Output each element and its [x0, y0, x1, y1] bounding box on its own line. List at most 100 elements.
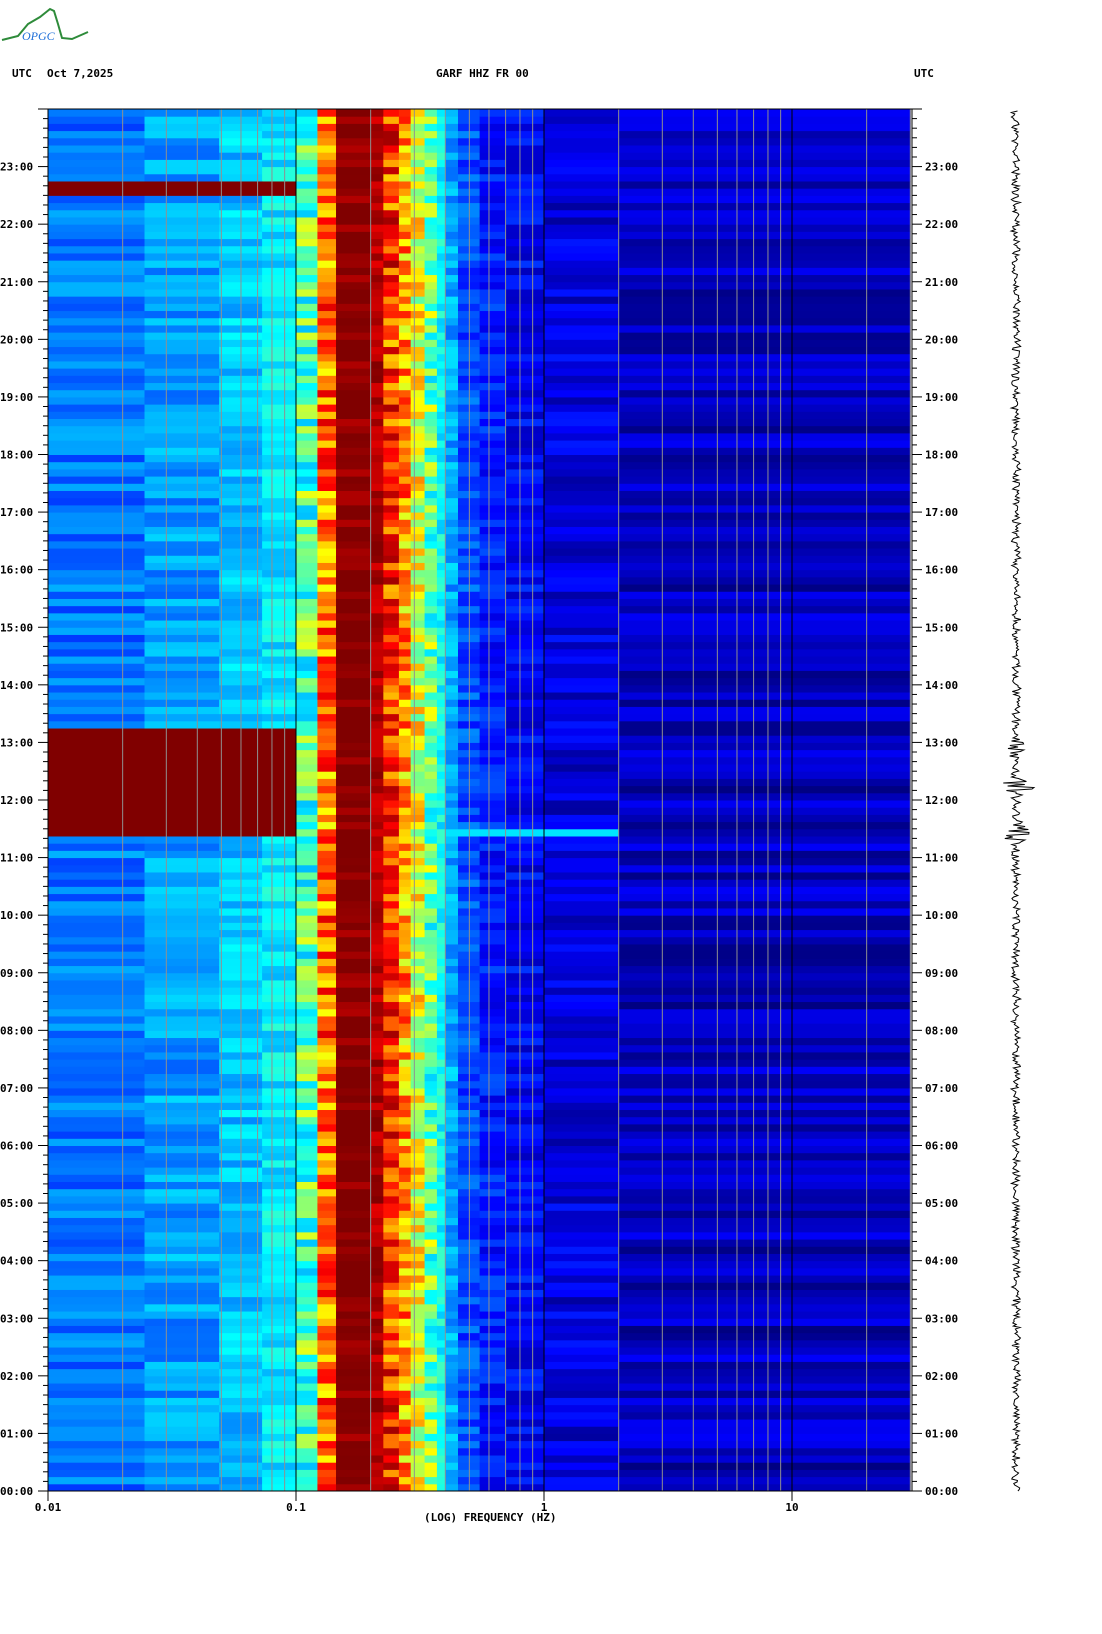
heatmap-cell	[336, 368, 372, 376]
heatmap-cell	[479, 476, 507, 484]
heatmap-cell	[262, 821, 297, 830]
heatmap-cell	[544, 1469, 620, 1478]
heatmap-cell	[144, 735, 220, 743]
heatmap-cell	[296, 684, 318, 693]
heatmap-cell	[144, 490, 220, 499]
heatmap-cell	[383, 663, 400, 671]
heatmap-cell	[336, 771, 372, 779]
heatmap-cell	[398, 1433, 412, 1442]
heatmap-cell	[479, 1419, 507, 1427]
heatmap-cell	[317, 483, 337, 491]
heatmap-cell	[424, 663, 438, 671]
heatmap-cell	[144, 476, 220, 484]
heatmap-cell	[424, 1476, 438, 1485]
heatmap-cell	[544, 540, 620, 549]
heatmap-cell	[544, 857, 620, 866]
heatmap-cell	[505, 1332, 545, 1341]
heatmap-cell	[144, 641, 220, 650]
heatmap-cell	[445, 1404, 459, 1413]
heatmap-cell	[436, 1260, 446, 1269]
heatmap-cell	[424, 699, 438, 707]
heatmap-cell	[410, 1037, 426, 1046]
heatmap-cell	[479, 1123, 507, 1132]
heatmap-cell	[544, 828, 620, 837]
heatmap-cell	[544, 1044, 620, 1053]
heatmap-cell	[336, 756, 372, 765]
heatmap-cell	[479, 1217, 507, 1226]
heatmap-cell	[479, 648, 507, 657]
heatmap-cell	[445, 1188, 459, 1197]
heatmap-cell	[262, 1217, 297, 1226]
heatmap-cell	[410, 720, 426, 729]
heatmap-cell	[383, 1109, 400, 1118]
heatmap-cell	[398, 526, 412, 535]
heatmap-cell	[436, 1339, 446, 1348]
heatmap-cell	[424, 533, 438, 542]
heatmap-cell	[398, 656, 412, 664]
heatmap-cell	[336, 605, 372, 614]
heatmap-cell	[505, 461, 545, 470]
heatmap-cell	[479, 1210, 507, 1218]
heatmap-cell	[436, 720, 446, 729]
heatmap-cell	[48, 994, 146, 1003]
heatmap-cell	[424, 620, 438, 628]
heatmap-cell	[544, 1102, 620, 1111]
heatmap-cell	[445, 1037, 459, 1046]
heatmap-cell	[317, 1347, 337, 1355]
heatmap-cell	[544, 1123, 620, 1132]
heatmap-cell	[317, 835, 337, 844]
heatmap-cell	[505, 1231, 545, 1240]
heatmap-cell	[317, 252, 337, 261]
heatmap-cell	[445, 1210, 459, 1218]
heatmap-cell	[262, 684, 297, 693]
heatmap-cell	[262, 864, 297, 873]
heatmap-cell	[296, 821, 318, 830]
heatmap-cell	[317, 612, 337, 621]
y-tick-label-right: 14:00	[925, 679, 958, 692]
heatmap-cell	[410, 173, 426, 182]
heatmap-cell	[505, 512, 545, 520]
heatmap-cell	[436, 116, 446, 124]
heatmap-cell	[383, 252, 400, 261]
heatmap-cell	[445, 922, 459, 931]
heatmap-cell	[544, 1159, 620, 1168]
heatmap-cell	[445, 1361, 459, 1370]
heatmap-cell	[424, 303, 438, 312]
heatmap-cell	[544, 526, 620, 535]
heatmap-cell	[144, 432, 220, 441]
heatmap-cell	[317, 1411, 337, 1420]
heatmap-cell	[410, 526, 426, 535]
heatmap-cell	[544, 468, 620, 477]
heatmap-cell	[544, 749, 620, 758]
heatmap-cell	[370, 951, 384, 959]
heatmap-cell	[262, 548, 297, 556]
heatmap-cell	[445, 483, 459, 491]
heatmap-cell	[445, 1181, 459, 1190]
heatmap-cell	[317, 1087, 337, 1096]
heatmap-cell	[398, 1015, 412, 1024]
heatmap-cell	[424, 1483, 438, 1492]
heatmap-cell	[436, 1253, 446, 1262]
heatmap-cell	[505, 195, 545, 204]
heatmap-cell	[383, 641, 400, 650]
heatmap-cell	[383, 123, 400, 132]
heatmap-cell	[436, 454, 446, 463]
heatmap-cell	[424, 1073, 438, 1082]
heatmap-cell	[445, 1325, 459, 1334]
heatmap-cell	[398, 879, 412, 887]
heatmap-cell	[48, 512, 146, 520]
heatmap-cell	[383, 238, 400, 247]
heatmap-cell	[317, 425, 337, 434]
heatmap-cell	[544, 835, 620, 844]
heatmap-cell	[544, 562, 620, 571]
heatmap-cell	[544, 152, 620, 160]
heatmap-cell	[505, 1203, 545, 1211]
heatmap-cell	[424, 490, 438, 499]
heatmap-cell	[383, 216, 400, 225]
heatmap-cell	[317, 144, 337, 153]
heatmap-cell	[445, 1275, 459, 1283]
heatmap-cell	[479, 123, 507, 132]
heatmap-cell	[48, 735, 146, 743]
heatmap-cell	[317, 605, 337, 614]
heatmap-cell	[383, 1080, 400, 1089]
